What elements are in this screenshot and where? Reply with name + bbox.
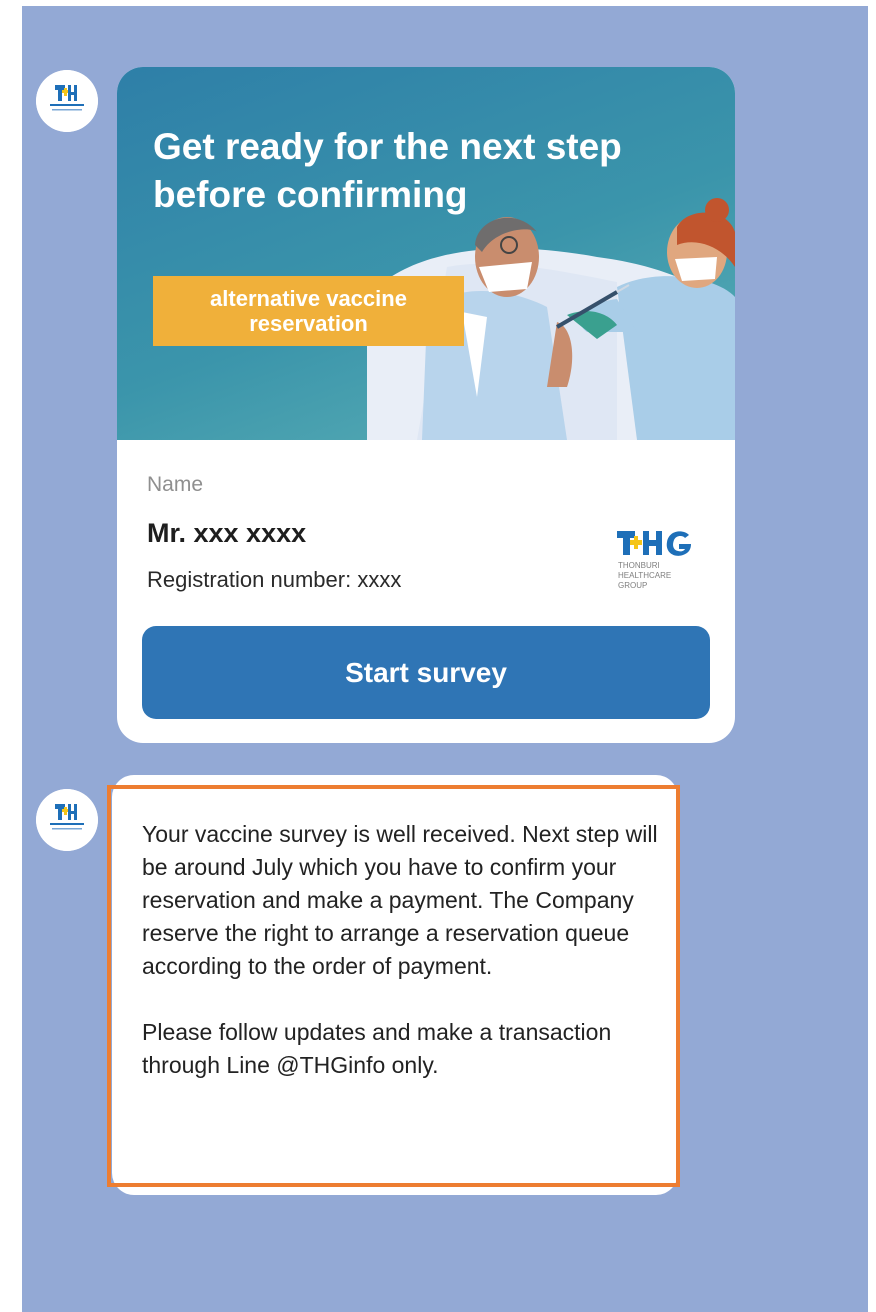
reservation-type-badge: alternative vaccine reservation — [153, 276, 464, 346]
hero-banner: Get ready for the next step before confi… — [117, 67, 735, 440]
thg-logo-icon — [36, 70, 98, 132]
registration-number: Registration number: xxxx — [147, 567, 402, 592]
logo-line3: GROUP — [618, 581, 647, 590]
name-label: Name — [147, 473, 204, 496]
logo-line1: THONBURI — [618, 561, 660, 570]
highlight-box — [107, 785, 680, 1187]
thg-mark-icon — [617, 531, 691, 556]
thg-logo-icon — [36, 789, 98, 851]
vaccine-reservation-card: Get ready for the next step before confi… — [117, 67, 735, 743]
hero-title: Get ready for the next step before confi… — [153, 126, 622, 215]
name-value: Mr. xxx xxxx — [147, 518, 307, 548]
thg-logo: THONBURI HEALTHCARE GROUP — [617, 531, 691, 590]
start-survey-button[interactable]: Start survey — [142, 626, 710, 719]
sender-avatar[interactable] — [36, 70, 98, 132]
sender-avatar[interactable] — [36, 789, 98, 851]
logo-line2: HEALTHCARE — [618, 571, 671, 580]
